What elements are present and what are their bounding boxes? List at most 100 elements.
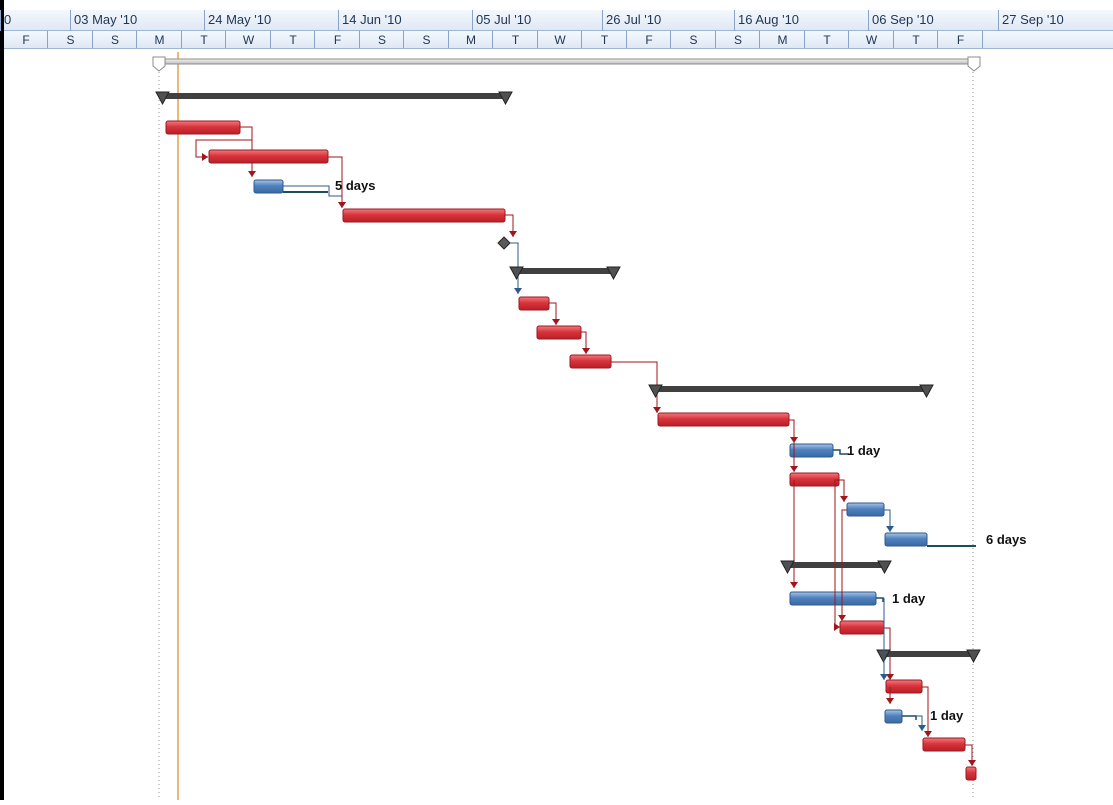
timescale-major-label: 16 Aug '10 xyxy=(738,12,800,27)
duration-label: 1 day xyxy=(847,443,881,458)
timescale-major-label: 24 May '10 xyxy=(208,12,272,27)
summary-bar xyxy=(784,562,888,568)
timescale-major-label: 26 Jul '10 xyxy=(606,12,662,27)
timescale-minor-divider xyxy=(803,31,805,48)
timescale-minor-divider xyxy=(759,31,760,48)
duration-label: 6 days xyxy=(986,532,1027,547)
summary-start-marker xyxy=(152,56,166,72)
timescale-minor-divider xyxy=(492,31,493,48)
critical-task-bar xyxy=(536,325,582,340)
dependency-arrow xyxy=(968,760,976,766)
duration-label: 1 day xyxy=(892,591,926,606)
slack-line xyxy=(902,715,917,720)
project-summary-bar xyxy=(155,58,977,65)
timescale-minor-divider xyxy=(447,31,449,48)
gantt-bar-area[interactable]: 5 days 1 day 6 days 1 day 1 day xyxy=(4,48,1113,800)
timescale-major-tier xyxy=(4,10,1113,31)
timescale-major-label: 0 xyxy=(4,12,12,27)
timescale-major-label: 27 Sep '10 xyxy=(1002,12,1064,27)
summary-bar xyxy=(159,93,509,99)
critical-task-bar xyxy=(965,766,977,781)
timescale-minor-label: S xyxy=(422,33,431,47)
critical-task-bar xyxy=(518,296,550,311)
timescale-minor-label: S xyxy=(689,33,698,47)
timescale-minor-divider xyxy=(269,31,271,48)
critical-task-bar xyxy=(342,208,506,223)
timescale-minor-divider xyxy=(625,31,627,48)
summary-end-marker xyxy=(967,56,981,72)
timescale-minor-label: S xyxy=(377,33,386,47)
timescale-minor-label: T xyxy=(200,33,208,47)
timescale-major-label: 14 Jun '10 xyxy=(342,12,402,27)
timescale-minor-divider xyxy=(581,31,582,48)
dependency-arrow xyxy=(509,231,517,237)
timescale-major-label: 03 May '10 xyxy=(74,12,138,27)
task-bar xyxy=(884,709,903,724)
dependency-arrow xyxy=(552,319,560,325)
task-bar xyxy=(846,502,885,517)
timescale-minor-label: W xyxy=(554,33,566,47)
timescale-minor-label: S xyxy=(733,33,742,47)
timescale-header: 0 03 May '10 24 May '10 14 Jun '10 05 Jul '1… xyxy=(0,0,1113,49)
critical-task-bar xyxy=(208,149,329,164)
summary-bar xyxy=(880,651,977,657)
critical-task-bar xyxy=(839,620,885,635)
dependency-arrow xyxy=(248,171,256,177)
task-bar xyxy=(884,532,928,547)
timescale-minor-label: M xyxy=(777,33,788,47)
timescale-minor-label: F xyxy=(22,33,30,47)
dependency-arrow xyxy=(338,202,346,208)
timescale-minor-divider xyxy=(536,31,538,48)
task-bar xyxy=(789,443,834,458)
summary-bar xyxy=(652,386,930,392)
timescale-minor-divider xyxy=(892,31,894,48)
dependency-arrow xyxy=(514,288,522,294)
timescale-minor-divider xyxy=(136,31,137,48)
dependency-arrow xyxy=(924,731,932,737)
slack-line xyxy=(876,597,884,602)
timescale-minor-divider xyxy=(358,31,360,48)
timescale-minor-divider xyxy=(714,31,716,48)
timescale-minor-divider xyxy=(180,31,182,48)
timescale-minor-label: F xyxy=(645,33,653,47)
dependency-arrow xyxy=(918,725,926,731)
milestone-diamond xyxy=(497,236,511,250)
dependency-arrow xyxy=(202,153,208,161)
dependency-arrow xyxy=(838,615,846,621)
dependency-arrow xyxy=(880,674,888,680)
duration-label: 5 days xyxy=(335,178,376,193)
dependency-arrow xyxy=(790,466,798,472)
dependency-arrow xyxy=(886,526,894,532)
timescale-minor-label: S xyxy=(110,33,119,47)
critical-task-bar xyxy=(165,120,241,135)
timescale-major-label: 06 Sep '10 xyxy=(872,12,934,27)
timescale-minor-divider xyxy=(937,31,938,48)
critical-task-bar xyxy=(789,472,840,487)
task-bar xyxy=(789,591,877,606)
timescale-minor-divider xyxy=(225,31,226,48)
dependency-arrow xyxy=(886,698,894,704)
dependency-arrow xyxy=(790,582,798,588)
summary-bar xyxy=(513,268,617,274)
timescale-minor-label: F xyxy=(956,33,965,47)
timescale-minor-divider xyxy=(47,31,48,48)
timescale-minor-label: S xyxy=(66,33,75,47)
timescale-minor-divider xyxy=(670,31,671,48)
critical-task-bar xyxy=(657,412,790,427)
task-bar xyxy=(253,179,284,194)
timescale-minor-divider xyxy=(981,31,983,48)
dependency-link xyxy=(283,185,343,208)
dependency-arrow xyxy=(834,623,840,631)
critical-task-bar xyxy=(569,354,612,369)
timescale-minor-label: W xyxy=(242,33,255,47)
timescale-minor-divider xyxy=(91,31,93,48)
critical-task-bar xyxy=(922,737,966,752)
timescale-minor-divider xyxy=(314,31,315,48)
duration-label: 1 day xyxy=(930,708,964,723)
timescale-minor-label: W xyxy=(865,33,878,47)
timescale-minor-label: T xyxy=(823,33,831,47)
dependency-arrow xyxy=(582,348,590,354)
dependency-arrow xyxy=(840,496,848,502)
timescale-minor-label: T xyxy=(600,33,609,47)
timescale-minor-label: T xyxy=(912,33,920,47)
